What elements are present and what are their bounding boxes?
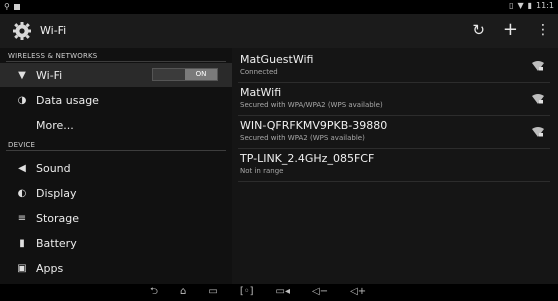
settings-sidebar: WIRELESS & NETWORKS ▼ Wi-Fi ON ◑ Data us… bbox=[0, 48, 232, 284]
network-name: TP-LINK_2.4GHz_085FCF bbox=[240, 152, 375, 165]
storage-icon: ≡ bbox=[17, 212, 27, 224]
sidebar-item-data-usage[interactable]: ◑ Data usage bbox=[0, 88, 232, 112]
section-header-device: DEVICE bbox=[8, 141, 36, 149]
overflow-menu-icon[interactable]: ⋮ bbox=[536, 21, 550, 39]
sidebar-item-label: Apps bbox=[36, 261, 64, 275]
wps-refresh-icon[interactable]: ↻ bbox=[472, 21, 485, 39]
sidebar-item-label: Data usage bbox=[36, 93, 99, 107]
network-status: Secured with WPA2 (WPS available) bbox=[240, 134, 365, 142]
network-status: Secured with WPA/WPA2 (WPS available) bbox=[240, 101, 383, 109]
battery-icon: ▮ bbox=[19, 237, 25, 249]
sidebar-item-more[interactable]: More... bbox=[0, 113, 232, 137]
wifi-signal-lock-icon bbox=[532, 127, 544, 137]
toggle-state: ON bbox=[185, 69, 217, 80]
display-icon: ◐ bbox=[17, 187, 27, 199]
list-divider bbox=[238, 181, 550, 182]
sd-card-icon: ▯ bbox=[509, 1, 514, 10]
network-status: Not in range bbox=[240, 167, 284, 175]
network-status: Connected bbox=[240, 68, 278, 76]
sidebar-item-sound[interactable]: ◀ Sound bbox=[0, 156, 232, 180]
section-divider bbox=[6, 150, 226, 151]
sidebar-item-label: More... bbox=[36, 118, 74, 132]
wifi-signal-icon: ▼ bbox=[517, 1, 524, 10]
add-network-icon[interactable]: + bbox=[503, 21, 518, 39]
notification-icon bbox=[13, 4, 20, 10]
status-bar: ⚲ ▯ ▼ ▮ 11:1 bbox=[0, 0, 558, 14]
home-icon[interactable]: ⌂ bbox=[180, 286, 186, 298]
camera-icon[interactable]: ▭◂ bbox=[276, 286, 290, 298]
list-item[interactable]: MatGuestWifi Connected bbox=[232, 50, 558, 83]
back-icon[interactable]: ⮌ bbox=[150, 286, 158, 298]
settings-gear-icon[interactable] bbox=[12, 21, 32, 41]
sidebar-item-wifi[interactable]: ▼ Wi-Fi ON bbox=[0, 63, 232, 87]
wifi-icon: ▼ bbox=[18, 69, 26, 81]
sidebar-item-label: Battery bbox=[36, 236, 77, 250]
usb-icon: ⚲ bbox=[4, 2, 10, 11]
volume-down-icon[interactable]: ◁− bbox=[312, 286, 328, 298]
sidebar-item-label: Wi-Fi bbox=[36, 68, 63, 82]
clock: 11:1 bbox=[536, 1, 554, 10]
network-name: WIN-QFRFKMV9PKB-39880 bbox=[240, 119, 388, 132]
sidebar-item-display[interactable]: ◐ Display bbox=[0, 181, 232, 205]
list-item[interactable]: MatWifi Secured with WPA/WPA2 (WPS avail… bbox=[232, 83, 558, 116]
sidebar-item-label: Sound bbox=[36, 161, 71, 175]
network-name: MatGuestWifi bbox=[240, 53, 314, 66]
sidebar-item-apps[interactable]: ▣ Apps bbox=[0, 256, 232, 280]
recent-apps-icon[interactable]: ▭ bbox=[208, 286, 217, 298]
sidebar-item-storage[interactable]: ≡ Storage bbox=[0, 206, 232, 230]
system-navigation-bar: ⮌ ⌂ ▭ [◦] ▭◂ ◁− ◁+ bbox=[0, 284, 558, 301]
data-usage-icon: ◑ bbox=[17, 94, 27, 106]
list-item[interactable]: TP-LINK_2.4GHz_085FCF Not in range bbox=[232, 149, 558, 182]
section-divider bbox=[6, 61, 226, 62]
apps-icon: ▣ bbox=[17, 262, 27, 274]
wifi-toggle[interactable]: ON bbox=[152, 68, 218, 81]
screenshot-icon[interactable]: [◦] bbox=[240, 286, 254, 298]
sidebar-item-battery[interactable]: ▮ Battery bbox=[0, 231, 232, 255]
action-bar: Wi-Fi ↻ + ⋮ bbox=[0, 14, 558, 48]
page-title: Wi-Fi bbox=[40, 24, 67, 37]
network-name: MatWifi bbox=[240, 86, 282, 99]
wifi-signal-lock-icon bbox=[532, 61, 544, 71]
battery-status-icon: ▮ bbox=[527, 1, 533, 10]
list-item[interactable]: WIN-QFRFKMV9PKB-39880 Secured with WPA2 … bbox=[232, 116, 558, 149]
volume-up-icon[interactable]: ◁+ bbox=[350, 286, 366, 298]
section-header-wireless: WIRELESS & NETWORKS bbox=[8, 52, 98, 60]
sound-icon: ◀ bbox=[18, 162, 26, 174]
sidebar-item-label: Storage bbox=[36, 211, 80, 225]
wifi-signal-lock-icon bbox=[532, 94, 544, 104]
sidebar-item-label: Display bbox=[36, 186, 77, 200]
network-list: MatGuestWifi Connected MatWifi Secured w… bbox=[232, 48, 558, 284]
